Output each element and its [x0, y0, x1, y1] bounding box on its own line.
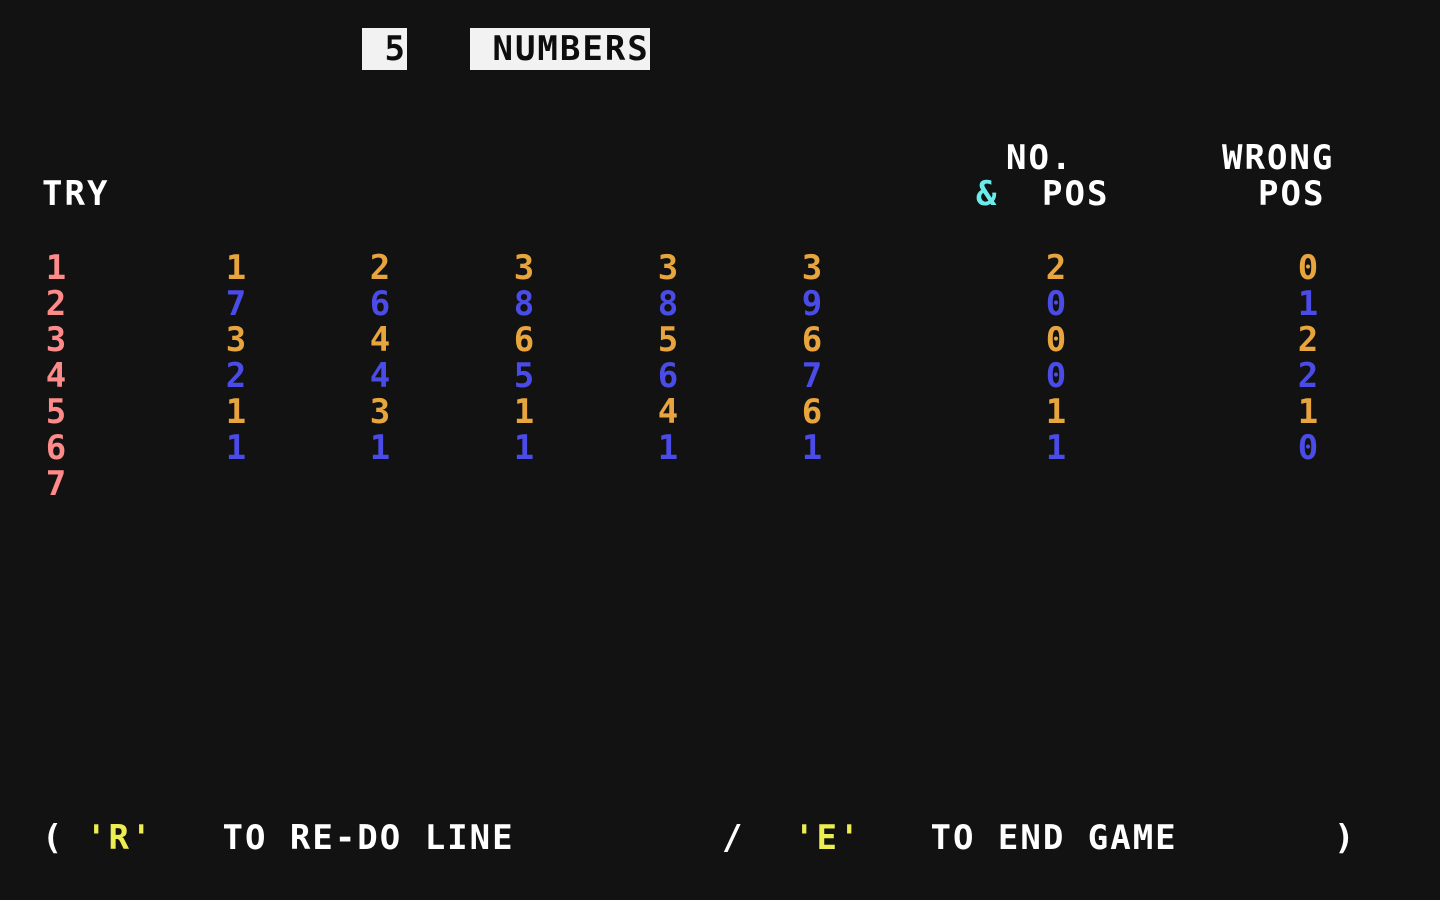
guess-digit: 5: [513, 356, 535, 396]
guess-digit: 8: [513, 284, 535, 324]
end-game-key-label[interactable]: 'E': [794, 820, 861, 856]
wrong-pos-value: 2: [1297, 356, 1319, 396]
guess-digit: 6: [801, 320, 823, 360]
ampersand-icon: &: [976, 174, 999, 214]
wrong-pos-value: 1: [1297, 284, 1319, 324]
guess-digit: 1: [225, 248, 247, 288]
guess-digit: 1: [369, 428, 391, 468]
no-and-pos-value: 0: [1045, 320, 1067, 360]
no-and-pos-value: 1: [1045, 428, 1067, 468]
guess-digit: 3: [801, 248, 823, 288]
try-number: 1: [45, 248, 67, 288]
guess-digit: 2: [369, 248, 391, 288]
no-and-pos-value: 0: [1045, 356, 1067, 396]
try-number: 2: [45, 284, 67, 324]
no-and-pos-header-line1: NO.: [1006, 138, 1074, 178]
guess-digit: 6: [369, 284, 391, 324]
try-number: 7: [45, 464, 67, 504]
guess-digit: 3: [657, 248, 679, 288]
prompt-open-paren: (: [42, 818, 65, 858]
guess-digit: 3: [225, 320, 247, 360]
guess-digit: 1: [513, 392, 535, 432]
guess-digit: 1: [225, 428, 247, 468]
wrong-pos-header-line2: POS: [1258, 174, 1326, 214]
guess-digit: 4: [369, 320, 391, 360]
title-block-count: 5: [362, 28, 407, 70]
guess-digit: 3: [513, 248, 535, 288]
guess-digit: 9: [801, 284, 823, 324]
guess-digit: 1: [801, 428, 823, 468]
prompt-close-paren: ): [1334, 818, 1357, 858]
wrong-pos-value: 0: [1297, 428, 1319, 468]
guess-digit: 5: [657, 320, 679, 360]
guess-digit: 6: [657, 356, 679, 396]
wrong-pos-value: 1: [1297, 392, 1319, 432]
wrong-pos-value: 2: [1297, 320, 1319, 360]
wrong-pos-header-line1: WRONG: [1222, 138, 1335, 178]
game-screen: 5 NUMBERS TRY NO. & POS WRONG POS 112333…: [0, 0, 1440, 900]
no-and-pos-value: 1: [1045, 392, 1067, 432]
guess-digit: 1: [225, 392, 247, 432]
guess-digit: 3: [369, 392, 391, 432]
guess-digit: 4: [657, 392, 679, 432]
guess-digit: 7: [225, 284, 247, 324]
guess-digit: 1: [513, 428, 535, 468]
title-block-label: NUMBERS: [470, 28, 650, 70]
try-column-header: TRY: [42, 174, 110, 214]
try-number: 6: [45, 428, 67, 468]
no-and-pos-value: 2: [1045, 248, 1067, 288]
try-number: 3: [45, 320, 67, 360]
wrong-pos-value: 0: [1297, 248, 1319, 288]
end-game-instruction-text: TO END GAME: [908, 818, 1178, 858]
guess-digit: 6: [801, 392, 823, 432]
guess-digit: 8: [657, 284, 679, 324]
try-number: 4: [45, 356, 67, 396]
redo-key-label[interactable]: 'R': [86, 820, 153, 856]
guess-digit: 4: [369, 356, 391, 396]
guess-digit: 1: [657, 428, 679, 468]
prompt-separator: /: [722, 818, 745, 858]
no-and-pos-value: 0: [1045, 284, 1067, 324]
guess-digit: 7: [801, 356, 823, 396]
guess-digit: 2: [225, 356, 247, 396]
try-number: 5: [45, 392, 67, 432]
guess-digit: 6: [513, 320, 535, 360]
redo-instruction-text: TO RE-DO LINE: [200, 818, 538, 858]
no-and-pos-header-line2: POS: [1042, 174, 1110, 214]
